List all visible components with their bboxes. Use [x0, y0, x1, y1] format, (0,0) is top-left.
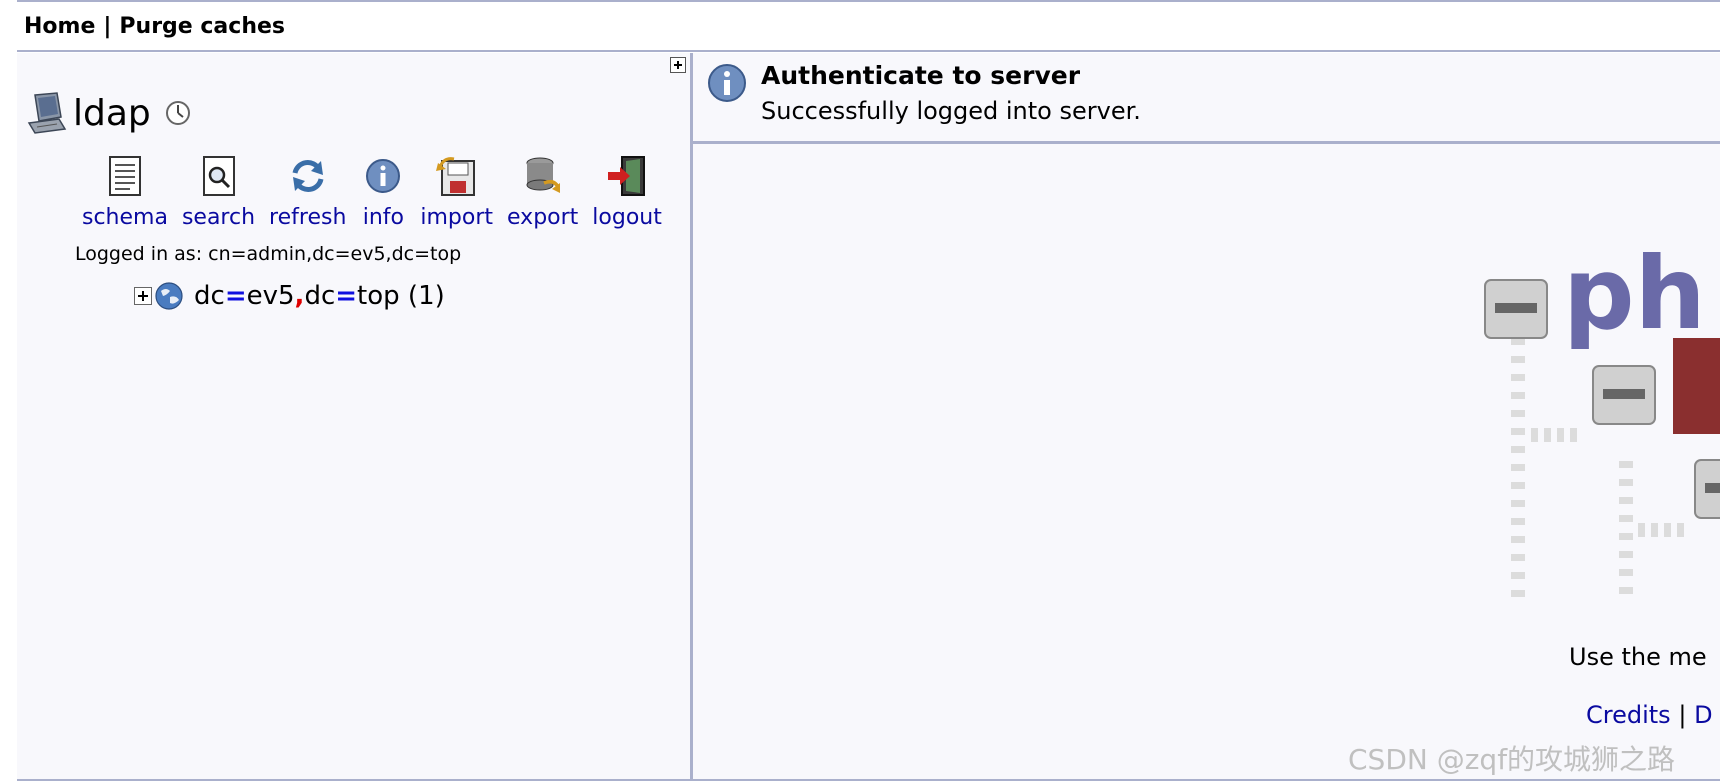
- info-icon: [708, 64, 746, 102]
- top-nav: Home | Purge caches: [24, 14, 285, 39]
- tree-base-dn[interactable]: dc=ev5,dc=top (1): [194, 281, 445, 311]
- home-link[interactable]: Home: [24, 14, 95, 39]
- menu-hint: Use the me: [1569, 643, 1707, 671]
- credits-link[interactable]: Credits: [1586, 701, 1671, 729]
- watermark: CSDN @zqf的攻城狮之路: [1348, 743, 1676, 776]
- right-panel: Authenticate to server Successfully logg…: [693, 53, 1720, 781]
- logout-icon: [608, 156, 646, 196]
- entry-count: (1): [407, 281, 445, 311]
- dn-equals: =: [335, 281, 358, 311]
- schema-label: schema: [82, 205, 168, 230]
- dn-comma: ,: [294, 281, 305, 311]
- import-icon: [435, 157, 475, 196]
- svg-text:ph: ph: [1563, 235, 1706, 352]
- clock-icon[interactable]: [165, 100, 191, 126]
- phpldapadmin-logo-icon: ph: [1484, 235, 1720, 597]
- info-label: info: [362, 205, 405, 230]
- search-button[interactable]: search: [182, 153, 255, 230]
- tree-expand-icon[interactable]: [134, 287, 152, 305]
- refresh-label: refresh: [269, 205, 347, 230]
- nav-divider: [17, 50, 1720, 52]
- dn-equals: =: [224, 281, 247, 311]
- dn-value: top: [357, 281, 400, 311]
- auth-notice: Authenticate to server Successfully logg…: [693, 53, 1720, 144]
- server-header: ldap: [27, 91, 191, 135]
- search-icon: [202, 156, 235, 196]
- purge-caches-link[interactable]: Purge caches: [119, 14, 285, 39]
- notice-message: Successfully logged into server.: [761, 97, 1141, 125]
- export-icon: [526, 157, 560, 193]
- footer-links: Credits | D: [1586, 701, 1713, 729]
- export-label: export: [507, 205, 579, 230]
- import-label: import: [420, 205, 494, 230]
- server-name: ldap: [73, 92, 151, 134]
- refresh-icon: [292, 160, 324, 192]
- computer-icon: [27, 92, 67, 134]
- bottom-border: [17, 779, 1720, 781]
- top-border: [17, 0, 1720, 2]
- export-button[interactable]: export: [507, 153, 578, 230]
- search-label: search: [181, 205, 256, 230]
- dn-attr: dc: [194, 281, 225, 311]
- logout-label: logout: [592, 205, 662, 230]
- nav-separator: |: [103, 14, 112, 39]
- schema-button[interactable]: schema: [82, 153, 168, 230]
- expand-icon[interactable]: [670, 57, 686, 73]
- info-icon: [366, 159, 401, 193]
- globe-icon: [155, 282, 183, 310]
- links-separator: |: [1678, 701, 1687, 729]
- notice-title: Authenticate to server: [761, 61, 1081, 90]
- footer-next-link[interactable]: D: [1694, 701, 1712, 729]
- logout-button[interactable]: logout: [592, 153, 662, 230]
- dn-value: ev5: [246, 281, 295, 311]
- left-panel: ldap schema search refresh info import e…: [17, 53, 693, 781]
- tree-row: dc=ev5,dc=top (1): [134, 281, 445, 311]
- logged-in-as: Logged in as: cn=admin,dc=ev5,dc=top: [75, 243, 462, 265]
- schema-icon: [108, 156, 141, 196]
- refresh-button[interactable]: refresh: [269, 153, 346, 230]
- server-toolbar: schema search refresh info import export…: [82, 153, 662, 230]
- dn-attr: dc: [304, 281, 336, 311]
- info-button[interactable]: info: [360, 153, 406, 230]
- import-button[interactable]: import: [420, 153, 493, 230]
